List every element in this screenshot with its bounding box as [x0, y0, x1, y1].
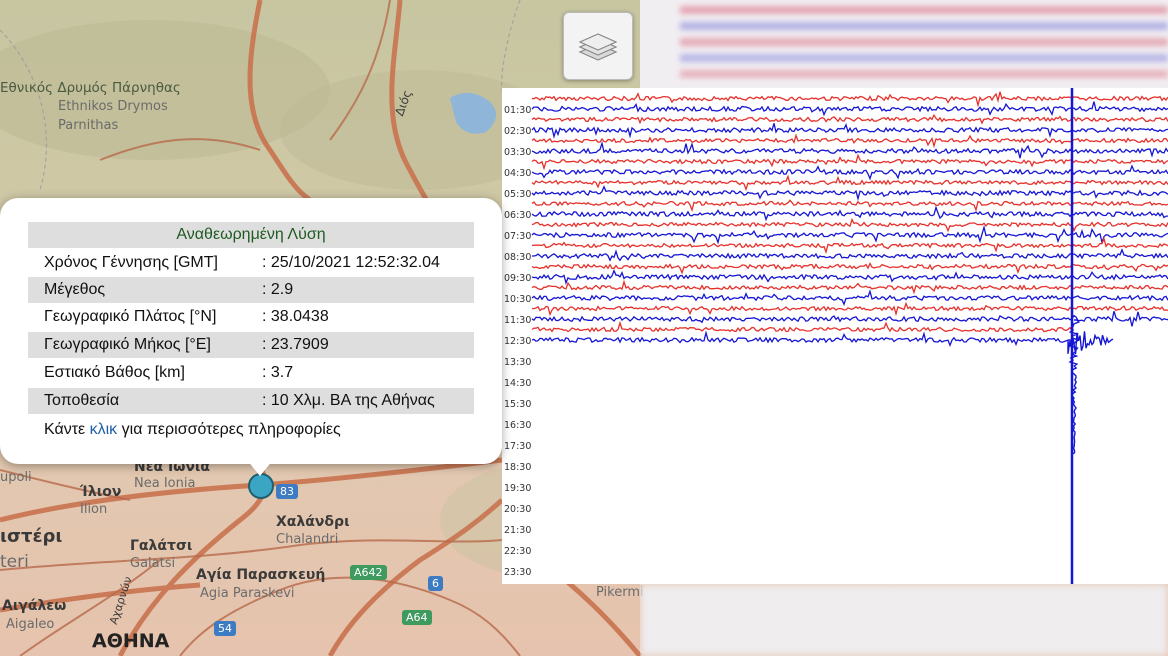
- seismogram-time-label: 13:30: [504, 357, 531, 368]
- map-label-chalandri-greek: Χαλάνδρι: [276, 514, 350, 530]
- seismogram-time-label: 23:30: [504, 567, 531, 578]
- road-shield-54: 54: [214, 621, 236, 636]
- map-label-aigaleo-latin: Aigaleo: [6, 617, 55, 632]
- popup-more-prefix: Κάντε: [44, 421, 90, 438]
- map-label-nea-ionia-latin: Nea Ionia: [134, 476, 196, 491]
- blurred-seismogram-bottom: [640, 584, 1168, 656]
- popup-title: Αναθεωρημένη Λύση: [28, 222, 474, 248]
- epicenter-marker[interactable]: [248, 473, 274, 499]
- popup-more-suffix: για περισσότερες πληροφορίες: [117, 421, 341, 438]
- popup-row-location: Τοποθεσία : 10 Χλμ. ΒΑ της Αθήνας: [28, 388, 474, 414]
- map-label-peristeri-latin: teri: [0, 552, 29, 572]
- road-shield-83: 83: [276, 484, 298, 499]
- popup-row-value: : 3.7: [262, 364, 294, 381]
- popup-row-label: Γεωγραφικό Μήκος [°E]: [44, 336, 211, 353]
- popup-row-magnitude: Μέγεθος : 2.9: [28, 277, 474, 303]
- popup-row-value: : 23.7909: [262, 336, 329, 353]
- seismogram-time-label: 06:30: [504, 210, 531, 221]
- seismogram-time-label: 03:30: [504, 147, 531, 158]
- blurred-seismogram-top: [640, 0, 1168, 88]
- seismogram-time-label: 02:30: [504, 126, 531, 137]
- popup-row-origin-time: Χρόνος Γέννησης [GMT] : 25/10/2021 12:52…: [28, 250, 474, 276]
- popup-row-label: Τοποθεσία: [44, 392, 120, 409]
- layers-icon: [578, 33, 618, 61]
- map-label-pikermi: Pikermi: [596, 585, 644, 600]
- seismogram-time-label: 19:30: [504, 483, 531, 494]
- popup-row-label: Εστιακό Βάθος [km]: [44, 364, 185, 381]
- seismogram-time-label: 22:30: [504, 546, 531, 557]
- seismogram-time-label: 20:30: [504, 504, 531, 515]
- road-shield-a642: A642: [350, 565, 387, 580]
- map-label-park-latin-1: Ethnikos Drymos: [58, 99, 168, 114]
- map-label-aigaleo-greek: Αιγάλεω: [2, 598, 67, 614]
- seismogram-time-label: 04:30: [504, 168, 531, 179]
- map-label-ilion-greek: Ίλιον: [80, 484, 122, 500]
- map-label-agia-paraskevi-latin: Agia Paraskevi: [200, 586, 295, 601]
- map-label-park-greek: Εθνικός Δρυμός Πάρνηθας: [0, 80, 181, 96]
- popup-row-value: : 25/10/2021 12:52:32.04: [262, 254, 440, 271]
- seismogram-chart: 01:30 02:30 03:30 04:30 05:30 06:30 07:30 08:30…: [502, 88, 1168, 584]
- popup-row-value: : 10 Χλμ. ΒΑ της Αθήνας: [262, 392, 435, 409]
- seismogram-time-label: 01:30: [504, 105, 531, 116]
- seismogram-time-label: 09:30: [504, 273, 531, 284]
- map-label-ilion-latin: Ilion: [80, 502, 108, 517]
- seismogram-time-label: 14:30: [504, 378, 531, 389]
- popup-row-longitude: Γεωγραφικό Μήκος [°E] : 23.7909: [28, 332, 474, 358]
- seismogram-time-label: 10:30: [504, 294, 531, 305]
- seismogram-time-label: 17:30: [504, 441, 531, 452]
- layers-button[interactable]: [563, 12, 633, 80]
- map-label-athina: ΑΘΗΝΑ: [92, 630, 170, 652]
- popup-more-link[interactable]: κλικ: [90, 421, 118, 438]
- popup-more-info: Κάντε κλικ για περισσότερες πληροφορίες: [44, 418, 341, 442]
- seismogram-time-label: 05:30: [504, 189, 531, 200]
- popup-row-label: Χρόνος Γέννησης [GMT]: [44, 254, 218, 271]
- seismogram-time-label: 12:30: [504, 336, 531, 347]
- popup-row-latitude: Γεωγραφικό Πλάτος [°N] : 38.0438: [28, 304, 474, 330]
- seismogram-time-label: 08:30: [504, 252, 531, 263]
- popup-pointer: [247, 460, 273, 476]
- popup-row-value: : 38.0438: [262, 308, 329, 325]
- seismogram-time-label: 07:30: [504, 231, 531, 242]
- map-label-agia-paraskevi-greek: Αγία Παρασκευή: [196, 567, 326, 583]
- seismogram-time-label: 11:30: [504, 315, 531, 326]
- popup-row-label: Γεωγραφικό Πλάτος [°N]: [44, 308, 217, 325]
- popup-row-depth: Εστιακό Βάθος [km] : 3.7: [28, 360, 474, 386]
- map-label-galatsi-latin: Galatsi: [130, 556, 176, 571]
- seismogram-time-label: 15:30: [504, 399, 531, 410]
- seismogram-time-label: 18:30: [504, 462, 531, 473]
- popup-row-value: : 2.9: [262, 281, 294, 298]
- map-label-peristeri-greek: ιστέρι: [0, 526, 63, 547]
- seismogram-time-label: 16:30: [504, 420, 531, 431]
- map-label-chalandri-latin: Chalandri: [276, 532, 339, 547]
- map-label-park-latin-2: Parnithas: [58, 118, 119, 133]
- road-shield-a64: A64: [402, 610, 432, 625]
- road-shield-6: 6: [428, 576, 443, 591]
- map-label-upoli: upoli: [0, 470, 32, 485]
- map-label-galatsi-greek: Γαλάτσι: [130, 538, 193, 554]
- seismogram-time-label: 21:30: [504, 525, 531, 536]
- popup-row-label: Μέγεθος: [44, 281, 106, 298]
